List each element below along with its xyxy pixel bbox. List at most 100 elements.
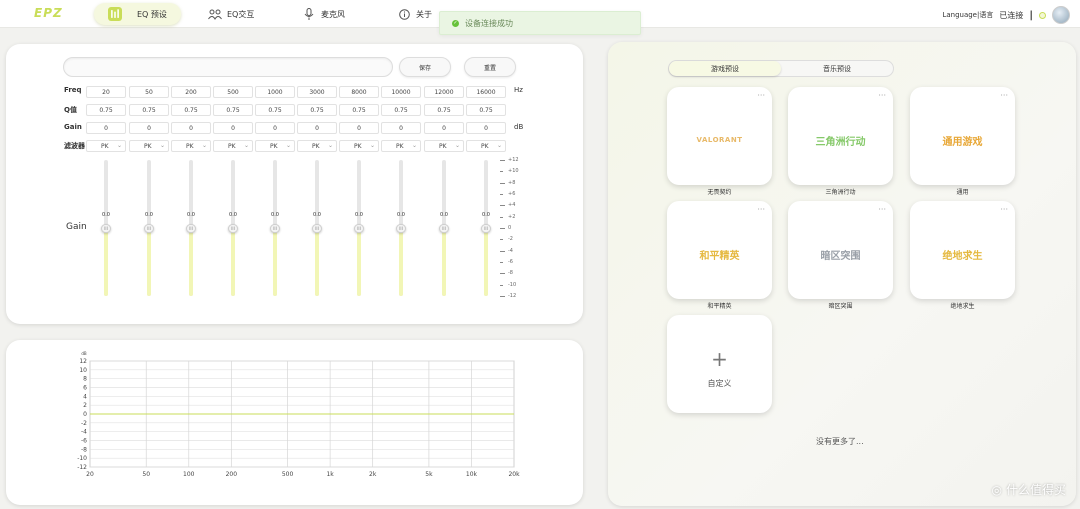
gain-slider-handle[interactable]: III [101, 224, 111, 233]
filter-select-value: PK [228, 142, 236, 150]
filter-select[interactable]: PK ⌄ [466, 140, 506, 152]
q-cell[interactable]: 0.75 [171, 104, 211, 116]
gain-slider-handle[interactable]: III [228, 224, 238, 233]
x-tick-label: 500 [282, 471, 294, 478]
gain-slider-fill [104, 228, 108, 296]
preset-card[interactable]: ··· VALORANT [667, 87, 772, 185]
save-button[interactable]: 保存 [399, 57, 451, 77]
filter-select[interactable]: PK ⌄ [129, 140, 169, 152]
q-cell[interactable]: 0.75 [213, 104, 253, 116]
custom-preset-card[interactable]: + 自定义 [667, 315, 772, 413]
freq-cell[interactable]: 200 [171, 86, 211, 98]
preset-card[interactable]: ··· 和平精英 [667, 201, 772, 299]
game-logo: 暗区突围 [788, 201, 893, 299]
nav-tab-microphone[interactable]: 麦克风 [302, 3, 345, 25]
nav-tab-about[interactable]: 关于 [397, 3, 432, 25]
freq-cell-value: 20 [102, 88, 110, 96]
preset-card-label: 通用 [956, 189, 969, 196]
gain-cell-value: 0 [104, 124, 108, 132]
y-tick-label: -8 [81, 446, 87, 453]
gain-scale-label: -8 [508, 270, 513, 277]
gain-slider-handle[interactable]: III [144, 224, 154, 233]
q-cell[interactable]: 0.75 [424, 104, 464, 116]
freq-cell[interactable]: 16000 [466, 86, 506, 98]
q-cell-value: 0.75 [310, 106, 324, 114]
preset-card[interactable]: ··· 通用游戏 [910, 87, 1015, 185]
freq-cell[interactable]: 1000 [255, 86, 295, 98]
gain-cell[interactable]: 0 [381, 122, 421, 134]
gain-slider-handle[interactable]: III [481, 224, 491, 233]
gain-slider-handle[interactable]: III [186, 224, 196, 233]
filter-select[interactable]: PK ⌄ [424, 140, 464, 152]
gain-slider-handle[interactable]: III [270, 224, 280, 233]
gain-slider-handle[interactable]: III [439, 224, 449, 233]
filter-select[interactable]: PK ⌄ [297, 140, 337, 152]
gain-cell[interactable]: 0 [297, 122, 337, 134]
gain-cell[interactable]: 0 [466, 122, 506, 134]
gain-cell[interactable]: 0 [255, 122, 295, 134]
gain-scale-tick [500, 205, 505, 207]
gain-row-label: Gain [64, 123, 82, 131]
q-cell-value: 0.75 [268, 106, 282, 114]
gain-slider-handle[interactable]: III [396, 224, 406, 233]
preset-card[interactable]: ··· 绝地求生 [910, 201, 1015, 299]
gain-scale-tick [500, 250, 505, 252]
nav-tab-eq-preset[interactable]: EQ 预设 [94, 3, 181, 25]
gain-cell-value: 0 [273, 124, 277, 132]
preset-card[interactable]: ··· 暗区突围 [788, 201, 893, 299]
filter-select[interactable]: PK ⌄ [255, 140, 295, 152]
preset-name-input[interactable] [63, 57, 393, 77]
tab-game-presets[interactable]: 游戏预设 [669, 61, 781, 76]
filter-select[interactable]: PK ⌄ [171, 140, 211, 152]
gain-cell[interactable]: 0 [86, 122, 126, 134]
q-cell[interactable]: 0.75 [297, 104, 337, 116]
gain-cell[interactable]: 0 [129, 122, 169, 134]
preset-card[interactable]: ··· 三角洲行动 [788, 87, 893, 185]
q-cell[interactable]: 0.75 [129, 104, 169, 116]
gain-cell[interactable]: 0 [213, 122, 253, 134]
freq-cell[interactable]: 50 [129, 86, 169, 98]
freq-cell[interactable]: 20 [86, 86, 126, 98]
q-cell[interactable]: 0.75 [339, 104, 379, 116]
check-circle-icon: ✓ [452, 19, 459, 27]
gain-scale-label: -10 [508, 281, 517, 288]
tab-music-presets[interactable]: 音乐预设 [781, 61, 893, 76]
gain-cell[interactable]: 0 [339, 122, 379, 134]
gain-scale-label: -4 [508, 247, 513, 254]
hz-unit: Hz [514, 86, 523, 94]
q-cell[interactable]: 0.75 [381, 104, 421, 116]
freq-cell[interactable]: 3000 [297, 86, 337, 98]
game-logo-text: 和平精英 [699, 250, 740, 262]
filter-select-value: PK [312, 142, 320, 150]
q-cell[interactable]: 0.75 [466, 104, 506, 116]
nav-tab-eq-interact[interactable]: EQ交互 [208, 3, 254, 25]
language-switch[interactable]: Language|语言 [942, 10, 993, 20]
filter-select[interactable]: PK ⌄ [86, 140, 126, 152]
freq-cell[interactable]: 12000 [424, 86, 464, 98]
preset-card-label: 绝地求生 [950, 303, 975, 310]
filter-select[interactable]: PK ⌄ [381, 140, 421, 152]
y-axis-label: dB [81, 351, 87, 356]
filter-select[interactable]: PK ⌄ [213, 140, 253, 152]
gain-slider-handle[interactable]: III [354, 224, 364, 233]
gain-cell[interactable]: 0 [424, 122, 464, 134]
gain-scale-label: 0 [508, 225, 512, 231]
freq-cell[interactable]: 10000 [381, 86, 421, 98]
q-cell[interactable]: 0.75 [86, 104, 126, 116]
q-cell[interactable]: 0.75 [255, 104, 295, 116]
reset-button[interactable]: 重置 [464, 57, 516, 77]
preset-card-label: 暗区突围 [828, 303, 853, 310]
freq-cell-value: 200 [185, 88, 197, 96]
freq-cell[interactable]: 500 [213, 86, 253, 98]
gain-cell-value: 0 [189, 124, 193, 132]
gain-scale-tick [500, 216, 503, 218]
gain-cell[interactable]: 0 [171, 122, 211, 134]
avatar[interactable] [1052, 6, 1070, 24]
gain-slider-handle[interactable]: III [312, 224, 322, 233]
freq-cell[interactable]: 8000 [339, 86, 379, 98]
filter-select[interactable]: PK ⌄ [339, 140, 379, 152]
filter-select-value: PK [354, 142, 362, 150]
x-tick-label: 50 [142, 471, 150, 478]
gain-slider-fill [273, 228, 277, 296]
gain-slider-fill [399, 228, 403, 296]
